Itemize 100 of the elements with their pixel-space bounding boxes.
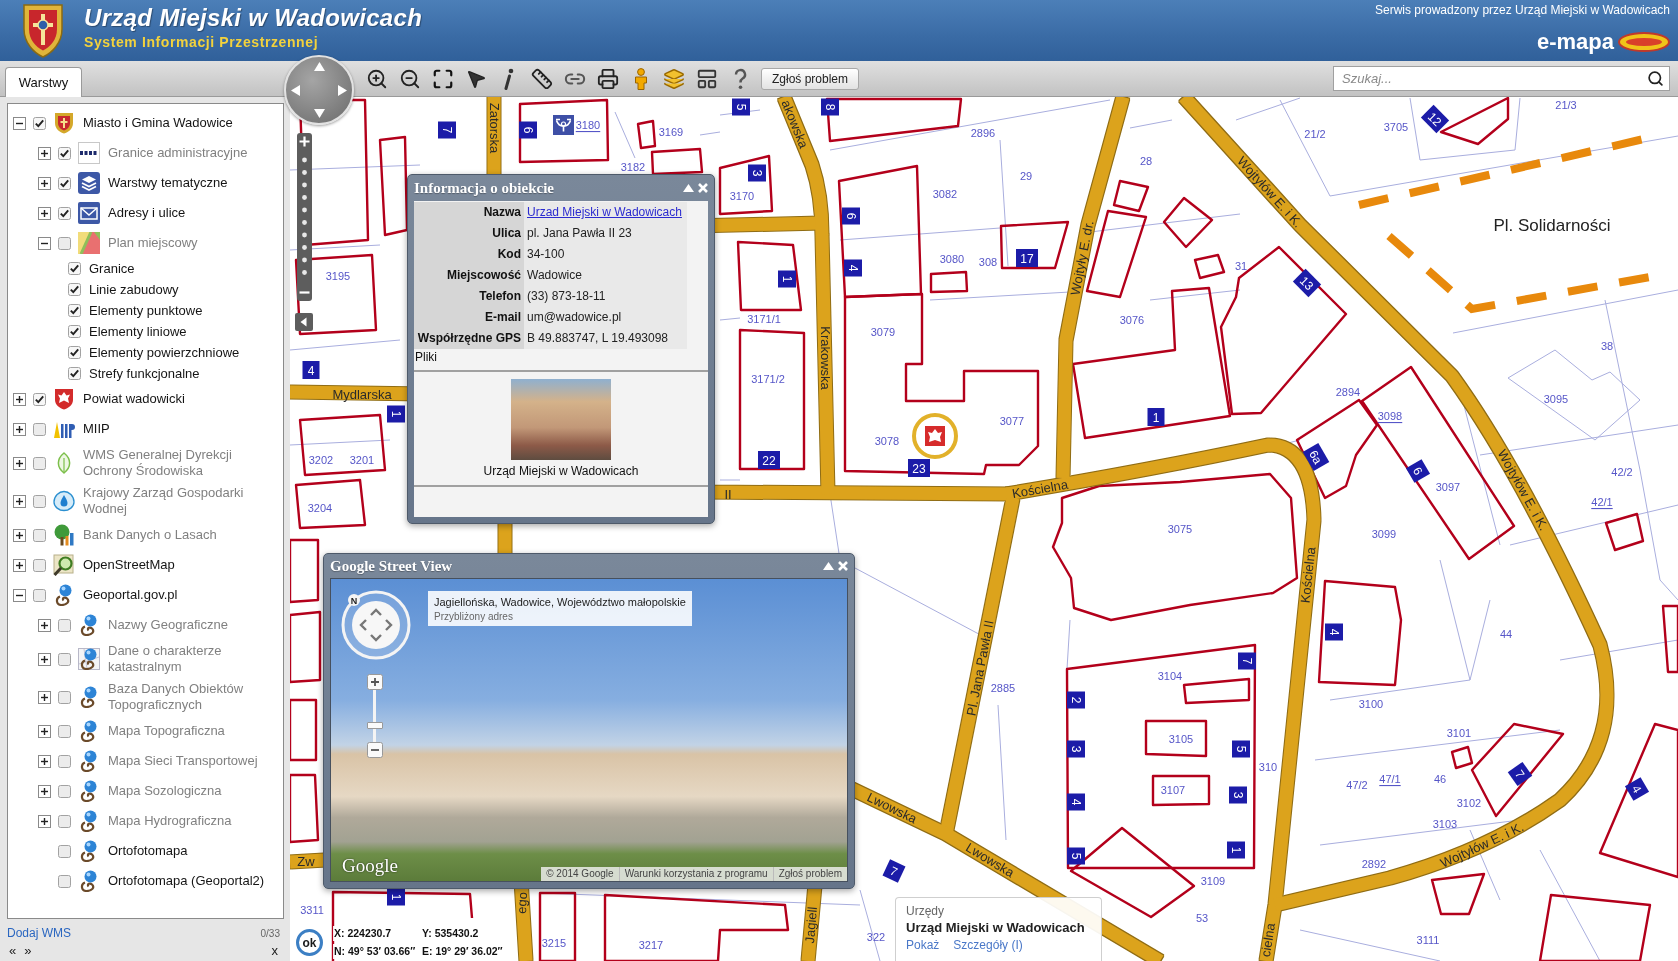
checkbox[interactable]: [58, 874, 71, 888]
layers-icon[interactable]: [663, 67, 685, 90]
field-value: B 49.883747, L 19.493098: [524, 328, 687, 349]
checkbox[interactable]: [33, 116, 46, 130]
tab[interactable]: Warstwy: [5, 67, 82, 97]
parcel-number: 44: [1499, 628, 1513, 640]
layer-name[interactable]: Powiat wadowicki: [83, 391, 283, 407]
previous-page-button[interactable]: «: [7, 943, 19, 959]
provider-logo: Google: [342, 855, 398, 877]
house-number-badge: 7: [1507, 761, 1533, 787]
checkbox[interactable]: [58, 206, 71, 220]
info-icon[interactable]: [504, 67, 514, 90]
layer-name[interactable]: Ortofotomapa (Geoportal2): [108, 873, 283, 889]
coordinate-text: N: 49° 53′ 03.66″: [333, 944, 417, 959]
layer-name[interactable]: OpenStreetMap: [83, 557, 283, 573]
envelope-icon: [78, 202, 100, 224]
attribution-link[interactable]: Warunki korzystania z programu: [618, 867, 773, 881]
layers-icon: [78, 172, 100, 194]
app-subtitle: System Informacji Przestrzennej: [84, 32, 320, 51]
checkbox[interactable]: [58, 844, 71, 858]
ok-button[interactable]: ok: [296, 929, 323, 956]
layer-name[interactable]: Adresy i ulice: [108, 205, 283, 221]
arrow-up-icon[interactable]: [314, 62, 325, 71]
house-number-badge: 6a: [1302, 442, 1330, 472]
layer-name[interactable]: MIIP: [83, 421, 283, 437]
parcel-number: 3080: [939, 253, 965, 265]
address-note: Przybliżony adres: [434, 610, 514, 623]
parcel-number: 3107: [1160, 784, 1186, 796]
plus-box-icon[interactable]: [38, 206, 51, 220]
parcel-number: 3103: [1432, 818, 1458, 830]
printer-icon[interactable]: [597, 67, 619, 90]
next-page-button[interactable]: »: [22, 943, 34, 959]
parcel-number: 38: [1600, 340, 1614, 352]
close-panel-button[interactable]: x: [269, 943, 280, 959]
attribution-link[interactable]: Zgłoś problem: [772, 867, 847, 881]
pegman-icon[interactable]: [633, 67, 649, 90]
building-outline: [999, 220, 1070, 270]
field-value: um@wadowice.pl: [524, 307, 687, 328]
layer-name[interactable]: Geoportal.gov.pl: [83, 587, 283, 603]
plus-box-icon[interactable]: [13, 558, 26, 572]
parcel-number: 42/2: [1611, 466, 1633, 478]
field-label: Kod: [414, 244, 524, 265]
layer-name[interactable]: Warstwy tematyczne: [108, 175, 283, 191]
collapse-icon[interactable]: [823, 562, 834, 570]
slider-thumb[interactable]: [367, 721, 383, 729]
search-icon[interactable]: [1647, 70, 1664, 87]
field-label: E-mail: [414, 307, 524, 328]
close-icon[interactable]: [838, 561, 848, 571]
report-problem-button[interactable]: Zgłoś problem: [761, 67, 860, 90]
app-title: Urząd Miejski w Wadowicach: [84, 2, 423, 33]
arrow-left-icon[interactable]: [291, 85, 300, 96]
plus-box-icon[interactable]: [13, 392, 26, 406]
search-field[interactable]: Szukaj...: [1333, 66, 1670, 91]
parcel-number: 3078: [874, 435, 900, 447]
building-outline: [718, 154, 774, 216]
compass-control[interactable]: N: [340, 589, 412, 661]
street-name: ego: [513, 891, 531, 915]
minus-box-icon[interactable]: [13, 116, 26, 130]
ruler-icon[interactable]: [531, 67, 553, 90]
parcel-number: 3077: [999, 415, 1025, 427]
parcel-number: 3098: [1377, 410, 1403, 422]
zoom-out-icon[interactable]: [399, 67, 421, 90]
layer-name[interactable]: Miasto i Gmina Wadowice: [83, 115, 283, 131]
collapse-icon[interactable]: [683, 184, 694, 192]
tree-icon: [53, 524, 75, 546]
plus-box-icon[interactable]: [13, 422, 26, 436]
field-link[interactable]: Urzad Miejski w Wadowicach: [527, 205, 682, 219]
parcel-number: 3079: [870, 326, 896, 338]
checkbox[interactable]: [33, 558, 46, 572]
help-icon[interactable]: [733, 67, 747, 90]
plus-icon[interactable]: [367, 674, 383, 690]
house-number-badge: 8: [821, 98, 839, 116]
arrow-down-icon[interactable]: [314, 109, 325, 118]
close-icon[interactable]: [698, 183, 708, 193]
collapse-sidebar-icon[interactable]: [295, 313, 313, 331]
checkbox[interactable]: [58, 176, 71, 190]
window-title: Informacja o obiekcie: [414, 179, 554, 197]
layout-icon[interactable]: [696, 67, 718, 90]
minus-box-icon[interactable]: [13, 588, 26, 602]
house-number-badge: 4: [1325, 623, 1343, 641]
parcel-number: 3104: [1157, 670, 1183, 682]
details-link[interactable]: Szczegóły (I): [953, 937, 1023, 953]
parcel-number: 3171/2: [751, 373, 785, 385]
building-outline: [1661, 604, 1678, 674]
arrow-right-icon[interactable]: [338, 85, 347, 96]
category-label: Urzędy: [906, 903, 945, 919]
zoom-in-icon[interactable]: [366, 67, 388, 90]
full-extent-icon[interactable]: [432, 67, 454, 90]
layer-name[interactable]: Ortofotomapa: [108, 843, 283, 859]
checkbox[interactable]: [33, 588, 46, 602]
parcel-number: 21/3: [1555, 99, 1577, 111]
street-name: Kościelna: [1010, 476, 1070, 502]
checkbox[interactable]: [33, 422, 46, 436]
checkbox[interactable]: [33, 392, 46, 406]
field-label: Nazwa: [414, 202, 524, 223]
show-link[interactable]: Pokaż: [906, 937, 940, 953]
minus-icon[interactable]: [367, 742, 383, 758]
house-number-badge: 4: [844, 259, 862, 277]
plus-box-icon[interactable]: [38, 176, 51, 190]
add-wms-link[interactable]: Dodaj WMS: [7, 926, 71, 940]
